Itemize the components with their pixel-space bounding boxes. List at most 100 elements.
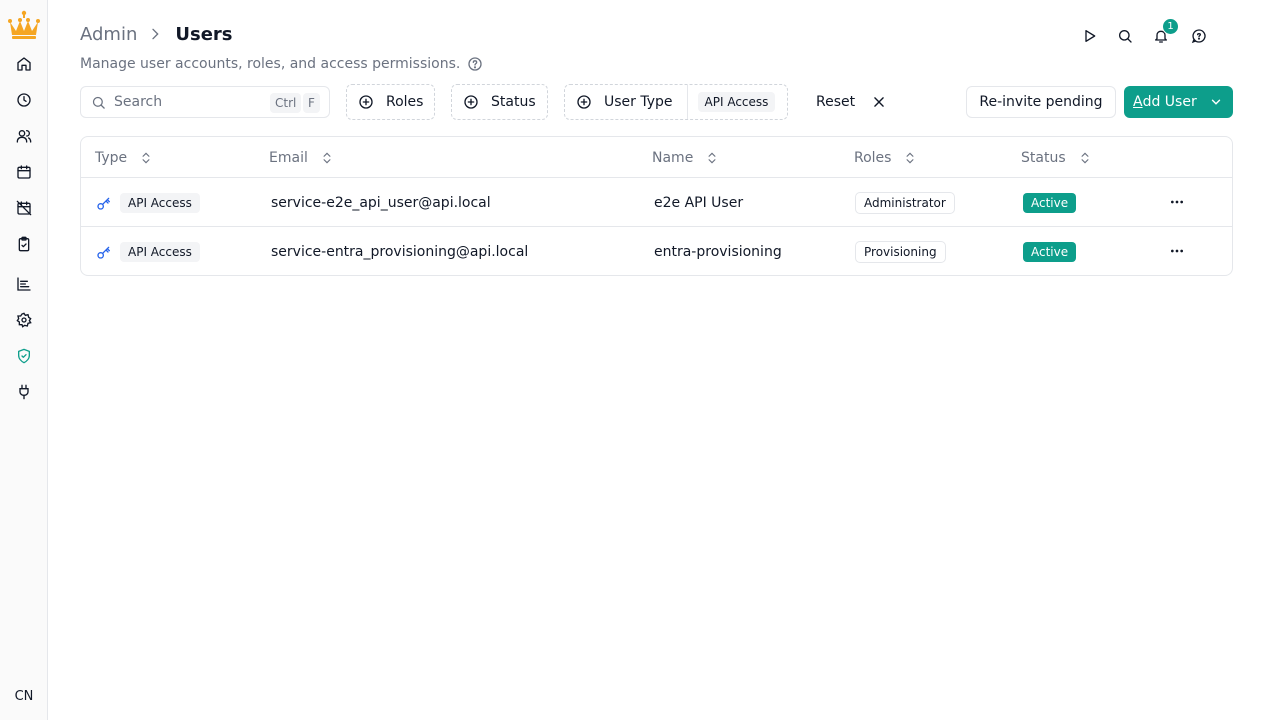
shortcut-f-key: F (303, 93, 320, 113)
play-icon (1085, 30, 1096, 42)
support-chat-button[interactable] (1187, 24, 1211, 48)
sidebar: CN (0, 0, 48, 720)
help-circle-icon[interactable] (467, 56, 483, 72)
calendar-icon (17, 165, 31, 179)
roles-filter-button[interactable]: Roles (346, 84, 435, 120)
column-header-roles[interactable]: Roles (854, 137, 917, 178)
chevron-down-icon (1211, 99, 1220, 105)
sort-icon (906, 152, 914, 163)
run-button[interactable] (1078, 24, 1102, 48)
plug-icon (19, 384, 29, 400)
email-cell: service-e2e_api_user@api.local (271, 194, 491, 211)
sidebar-item-home[interactable] (12, 52, 36, 76)
name-cell: e2e API User (654, 194, 744, 211)
user-avatar[interactable]: CN (7, 682, 41, 710)
sort-icon (1081, 152, 1089, 163)
column-header-status-label: Status (1021, 149, 1066, 166)
shield-check-icon (18, 348, 30, 364)
filter-divider (686, 85, 688, 119)
search-icon (92, 96, 105, 109)
search-icon (1119, 30, 1132, 43)
gear-icon (16, 312, 32, 328)
reset-label: Reset (816, 94, 856, 110)
add-user-button[interactable]: Add User (1124, 86, 1233, 118)
calendar-off-icon (16, 200, 32, 216)
sidebar-item-settings[interactable] (12, 308, 36, 332)
sidebar-item-admin[interactable] (12, 344, 36, 368)
email-cell: service-entra_provisioning@api.local (271, 243, 529, 260)
more-horizontal-icon (1171, 249, 1183, 253)
column-header-name-label: Name (652, 149, 694, 166)
plus-circle-icon (464, 95, 478, 109)
reinvite-pending-button[interactable]: Re-invite pending (966, 86, 1116, 118)
column-header-status[interactable]: Status (1021, 137, 1092, 178)
column-header-roles-label: Roles (854, 149, 892, 166)
sidebar-item-tasks[interactable] (12, 232, 36, 256)
sidebar-item-history[interactable] (12, 88, 36, 112)
table-header: Type Email Name Roles Status (81, 137, 1232, 178)
table-row[interactable]: API Access service-e2e_api_user@api.loca… (81, 178, 1232, 227)
table-row[interactable]: API Access service-entra_provisioning@ap… (81, 227, 1232, 275)
column-header-type-label: Type (95, 149, 128, 166)
row-actions-button[interactable] (1165, 190, 1189, 214)
close-icon (874, 97, 884, 107)
breadcrumb: Admin Users (80, 20, 233, 48)
page-description: Manage user accounts, roles, and access … (80, 54, 483, 74)
status-cell: Active (1023, 178, 1077, 227)
add-user-label: dd User (1142, 94, 1197, 110)
message-help-icon (1191, 29, 1206, 44)
users-icon (16, 130, 32, 143)
type-chip: API Access (120, 192, 200, 213)
page-description-text: Manage user accounts, roles, and access … (80, 56, 461, 72)
name-cell: entra-provisioning (654, 243, 782, 260)
sidebar-item-calendar[interactable] (12, 160, 36, 184)
crown-logo-icon[interactable] (7, 9, 41, 41)
type-chip: API Access (120, 241, 200, 262)
column-header-email[interactable]: Email (269, 137, 334, 178)
sort-icon (323, 152, 331, 163)
reset-filters-button[interactable]: Reset (806, 86, 896, 118)
role-chip: Provisioning (855, 240, 946, 263)
search-input[interactable] (114, 94, 264, 110)
sidebar-item-absence[interactable] (12, 196, 36, 220)
user-type-filter-button[interactable]: User Type API Access (564, 84, 788, 120)
sidebar-item-people[interactable] (12, 124, 36, 148)
plus-circle-icon (577, 95, 591, 109)
type-cell: API Access (96, 178, 200, 227)
plus-circle-icon (359, 95, 373, 109)
sort-icon (142, 152, 150, 163)
roles-filter-label: Roles (386, 94, 424, 110)
user-type-filter-value-chip: API Access (697, 92, 776, 112)
more-horizontal-icon (1171, 200, 1183, 204)
add-user-label-accesskey: A (1133, 94, 1143, 110)
sort-icon (708, 152, 716, 163)
status-badge: Active (1023, 241, 1077, 262)
clipboard-check-icon (18, 236, 30, 252)
search-box[interactable]: Ctrl F (80, 86, 330, 118)
breadcrumb-admin-link[interactable]: Admin (80, 24, 137, 45)
role-chip: Administrator (855, 191, 955, 214)
clock-icon (17, 93, 31, 107)
type-cell: API Access (96, 227, 200, 275)
user-type-filter-label: User Type (604, 94, 673, 110)
row-actions-button[interactable] (1165, 239, 1189, 263)
key-icon (97, 197, 110, 210)
column-header-email-label: Email (269, 149, 308, 166)
column-header-type[interactable]: Type (95, 137, 153, 178)
home-icon (17, 57, 31, 71)
status-filter-button[interactable]: Status (451, 84, 548, 120)
roles-cell: Provisioning (855, 227, 946, 275)
column-header-name[interactable]: Name (652, 137, 719, 178)
notification-count-badge: 1 (1162, 18, 1179, 35)
chart-icon (17, 277, 31, 291)
chevron-right-icon (152, 28, 159, 40)
sidebar-item-integrations[interactable] (12, 380, 36, 404)
users-table: Type Email Name Roles Status API Access … (80, 136, 1233, 276)
roles-cell: Administrator (855, 178, 955, 227)
page-title: Users (175, 23, 233, 45)
status-filter-label: Status (491, 94, 536, 110)
status-cell: Active (1023, 227, 1077, 275)
shortcut-ctrl-key: Ctrl (270, 93, 302, 113)
sidebar-item-reports[interactable] (12, 272, 36, 296)
search-button[interactable] (1113, 24, 1137, 48)
